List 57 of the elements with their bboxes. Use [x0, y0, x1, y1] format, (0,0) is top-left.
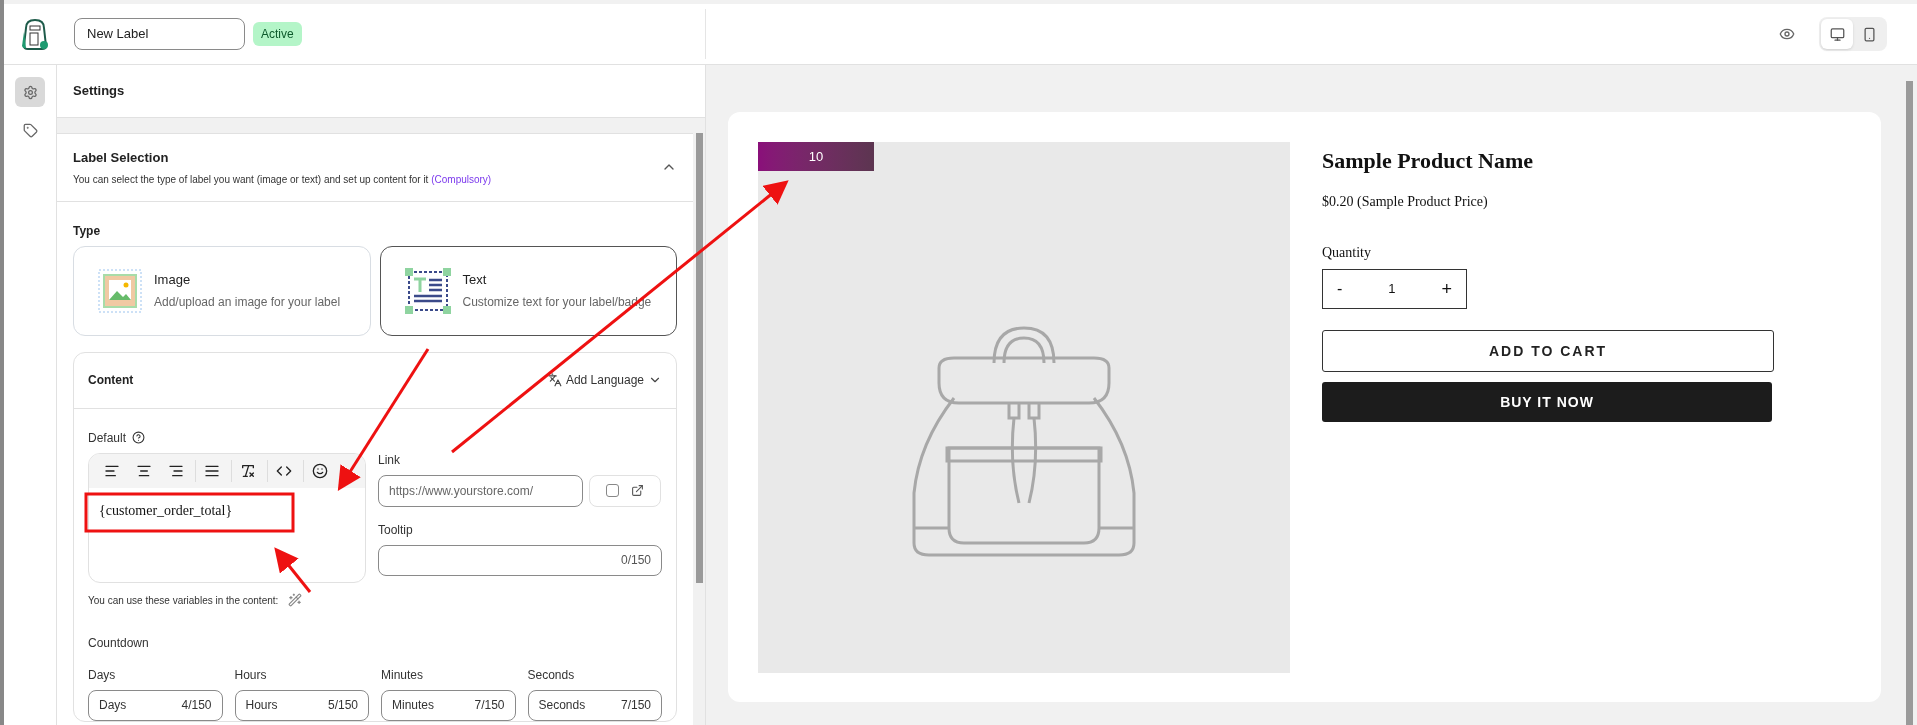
quantity-label: Quantity	[1322, 244, 1372, 262]
phone-icon	[1861, 26, 1877, 42]
monitor-icon	[1829, 26, 1845, 42]
increase-button[interactable]: +	[1441, 275, 1452, 303]
settings-button[interactable]	[15, 77, 45, 107]
text-frame-icon	[404, 267, 451, 314]
option-title: Text	[462, 270, 488, 289]
add-to-cart-button[interactable]: ADD TO CART	[1322, 330, 1774, 372]
translate-icon	[547, 373, 562, 387]
product-name: Sample Product Name	[1322, 147, 1535, 175]
buy-now-button[interactable]: BUY IT NOW	[1322, 382, 1772, 422]
preview-eye-icon[interactable]	[1779, 26, 1795, 42]
variables-hint: You can use these variables in the content:	[88, 593, 279, 608]
decrease-button[interactable]: -	[1337, 277, 1343, 301]
product-badge: 10	[758, 142, 874, 171]
panel-title: Settings	[73, 82, 125, 101]
magic-wand-icon[interactable]	[288, 593, 303, 607]
type-heading: Type	[73, 223, 101, 238]
external-link-icon	[631, 484, 644, 497]
field-label: Hours	[234, 666, 268, 684]
field-label: Days	[88, 666, 117, 684]
add-language-button[interactable]: Add Language	[547, 371, 662, 389]
field-label: Default	[88, 429, 127, 447]
tag-icon	[22, 122, 38, 138]
rich-text-editor[interactable]: {customer_order_total}	[88, 452, 366, 583]
editor-text: {customer_order_total}	[99, 502, 233, 518]
option-title: Image	[154, 270, 192, 289]
content-heading: Content	[88, 372, 134, 389]
tooltip-field[interactable]: 0/150	[378, 544, 662, 576]
label-name-field[interactable]: New Label	[74, 18, 245, 50]
scrollbar-thumb[interactable]	[696, 133, 703, 583]
countdown-field[interactable]: Minutes 7/150	[381, 689, 516, 721]
countdown-heading: Countdown	[88, 635, 149, 650]
countdown-field[interactable]: Days 4/150	[88, 689, 223, 721]
annotation-arrow	[274, 547, 312, 593]
quantity-value: 1	[1388, 280, 1396, 299]
settings-icon	[22, 84, 38, 100]
option-description: Add/upload an image for your label	[154, 294, 341, 312]
field-label: Link	[378, 451, 401, 469]
scrollbar-thumb[interactable]	[1906, 81, 1913, 725]
new-tab-checkbox[interactable]	[606, 484, 619, 497]
field-label: Minutes	[381, 666, 425, 684]
section-description: You can select the type of label you want (image or text) and set up content for it (Compulsory)	[73, 172, 492, 187]
countdown-field[interactable]: Seconds 7/150	[527, 689, 662, 721]
help-icon[interactable]	[132, 431, 146, 444]
picture-frame-icon	[98, 268, 142, 313]
status-badge: Active	[253, 22, 302, 46]
character-counter: 0/150	[620, 552, 651, 569]
label-type-option[interactable]: Image Add/upload an image for your label	[73, 245, 371, 336]
link-field[interactable]: https://www.yourstore.com/	[378, 474, 583, 507]
field-label: Tooltip	[378, 521, 414, 539]
field-label: Seconds	[527, 666, 576, 684]
countdown-field[interactable]: Hours 5/150	[234, 689, 369, 721]
desktop-view-button[interactable]	[1821, 19, 1853, 49]
backpack-tag-logo	[20, 18, 50, 50]
product-price: $0.20 (Sample Product Price)	[1322, 193, 1489, 211]
section-title: Label Selection	[73, 149, 170, 167]
